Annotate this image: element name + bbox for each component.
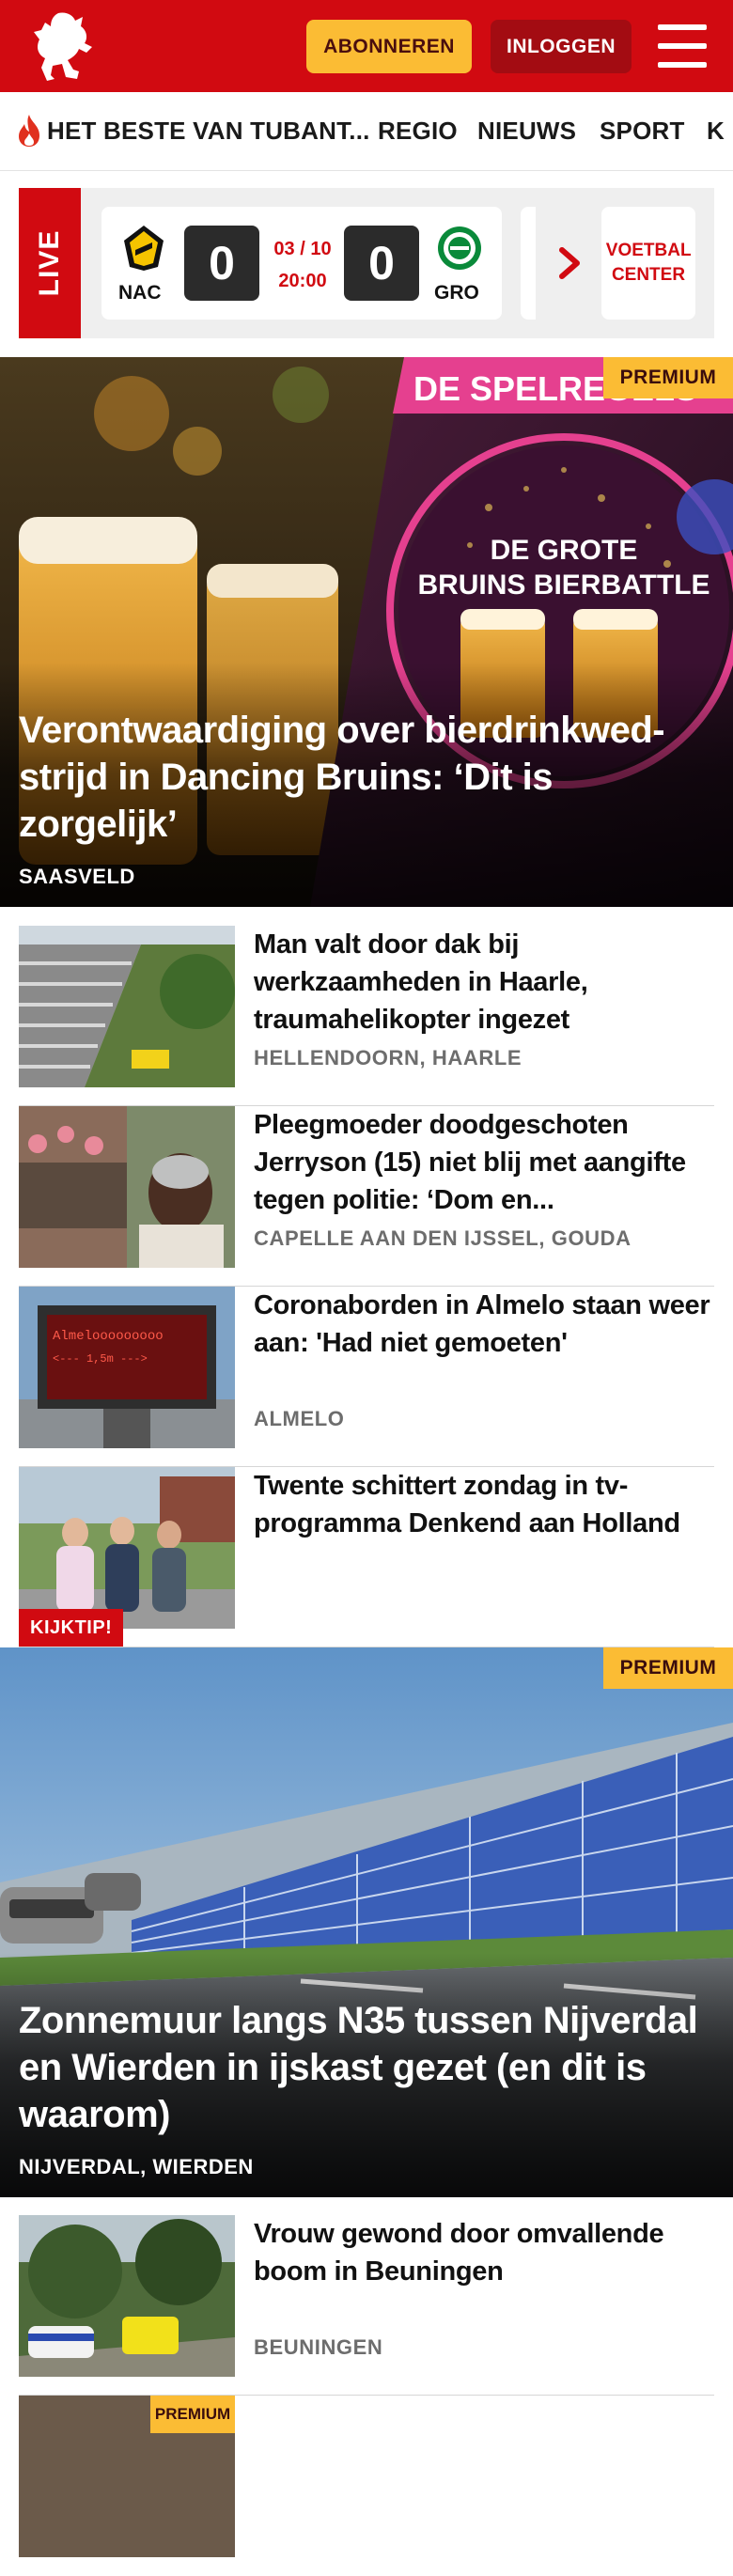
list-item[interactable]: Man valt door dak bij werkzaamheden in H… bbox=[19, 926, 714, 1106]
article-location: BEUNINGEN bbox=[254, 2335, 383, 2359]
match-card[interactable]: NAC 0 03 / 10 20:00 0 GRO bbox=[101, 207, 502, 320]
hero-article-zonnemuur[interactable]: PREMIUM Zonnemuur langs N35 tussen Nijve… bbox=[0, 1647, 733, 2197]
nav-item-regio[interactable]: REGIO bbox=[378, 117, 458, 146]
list-item[interactable]: Vrouw gewond door omvallende boom in Beu… bbox=[19, 2215, 714, 2396]
hero-location: SAASVELD bbox=[19, 865, 135, 888]
away-score: 0 bbox=[344, 226, 419, 301]
nac-club-badge-icon bbox=[124, 226, 164, 271]
article-title[interactable]: Vrouw gewond door omvallende boom in Beu… bbox=[254, 2215, 714, 2290]
list-item[interactable]: Pleegmoeder doodgeschoten Jerryson (15) … bbox=[19, 1106, 714, 1287]
article-location: ALMELO bbox=[254, 1407, 345, 1430]
article-title[interactable]: Coronaborden in Almelo staan weer aan: '… bbox=[254, 1287, 714, 1362]
article-title[interactable]: Pleegmoeder doodgeschoten Jerryson (15) … bbox=[254, 1106, 714, 1219]
nav-item-best-of[interactable]: HET BESTE VAN TUBANT... bbox=[47, 117, 370, 146]
tubantia-horse-logo-icon[interactable] bbox=[30, 9, 98, 83]
article-location: CAPELLE AAN DEN IJSSEL, GOUDA bbox=[254, 1226, 632, 1250]
article-thumbnail bbox=[19, 1467, 235, 1629]
away-team-name: GRO bbox=[434, 282, 479, 304]
subscribe-button[interactable]: ABONNEREN bbox=[306, 20, 472, 73]
svg-text:BRUINS BIERBATTLE: BRUINS BIERBATTLE bbox=[417, 570, 710, 601]
login-button[interactable]: INLOGGEN bbox=[491, 20, 632, 73]
groningen-club-badge-icon bbox=[438, 226, 481, 270]
hero-article-bierbattle[interactable]: DE SPELREGELS DE GROTE BRUINS BIERBATTLE… bbox=[0, 357, 733, 907]
match-datetime: 03 / 10 20:00 bbox=[265, 233, 340, 297]
article-thumbnail: Almelooooooooo <--- 1,5m ---> bbox=[19, 1287, 235, 1448]
kijktip-badge: KIJKTIP! bbox=[19, 1609, 124, 1647]
hero-location: NIJVERDAL, WIERDEN bbox=[19, 2155, 254, 2178]
premium-badge: PREMIUM bbox=[603, 1647, 733, 1689]
home-team-name: NAC bbox=[118, 282, 162, 304]
match-time: 20:00 bbox=[278, 271, 327, 291]
section-nav: HET BESTE VAN TUBANT... REGIO NIEUWS SPO… bbox=[0, 92, 733, 171]
hero-title[interactable]: Zonnemuur langs N35 tussen Nijverdal en … bbox=[19, 1997, 714, 2138]
next-match-card[interactable] bbox=[521, 207, 536, 320]
premium-badge: PREMIUM bbox=[150, 2396, 235, 2433]
hamburger-menu-icon[interactable] bbox=[658, 24, 707, 68]
list-item[interactable]: PREMIUM bbox=[19, 2396, 714, 2576]
list-item[interactable]: KIJKTIP! Twente schittert zondag in tv-p… bbox=[19, 1467, 714, 1647]
live-label: LIVE bbox=[19, 188, 81, 338]
voetbal-center-link[interactable]: VOETBAL CENTER bbox=[601, 207, 695, 320]
nav-item-nieuws[interactable]: NIEUWS bbox=[477, 117, 576, 146]
article-thumbnail bbox=[19, 926, 235, 1087]
svg-text:<--- 1,5m --->: <--- 1,5m ---> bbox=[53, 1352, 148, 1366]
top-bar: ABONNEREN INLOGGEN bbox=[0, 0, 733, 92]
article-title[interactable]: Twente schittert zondag in tv-programma … bbox=[254, 1467, 714, 1542]
svg-text:DE GROTE: DE GROTE bbox=[491, 535, 638, 566]
nav-item-sport[interactable]: SPORT bbox=[600, 117, 685, 146]
article-thumbnail bbox=[19, 2215, 235, 2377]
match-date: 03 / 10 bbox=[273, 239, 332, 259]
article-thumbnail bbox=[19, 1106, 235, 1268]
list-item[interactable]: Almelooooooooo <--- 1,5m ---> Coronabord… bbox=[19, 1287, 714, 1467]
article-location: HELLENDOORN, HAARLE bbox=[254, 1046, 522, 1069]
flame-icon bbox=[19, 115, 39, 147]
live-scores-strip: LIVE NAC 0 03 / 10 20:00 0 GRO VOETBAL C… bbox=[19, 188, 714, 338]
premium-badge: PREMIUM bbox=[603, 357, 733, 398]
hero-title[interactable]: Verontwaardiging over bierdrinkwed­strij… bbox=[19, 707, 714, 848]
nav-item-overflow[interactable]: K bbox=[707, 117, 725, 146]
svg-text:Almelooooooooo: Almelooooooooo bbox=[53, 1329, 164, 1344]
home-score: 0 bbox=[184, 226, 259, 301]
chevron-right-icon[interactable] bbox=[556, 237, 585, 289]
article-title[interactable]: Man valt door dak bij werkzaamheden in H… bbox=[254, 926, 714, 1038]
